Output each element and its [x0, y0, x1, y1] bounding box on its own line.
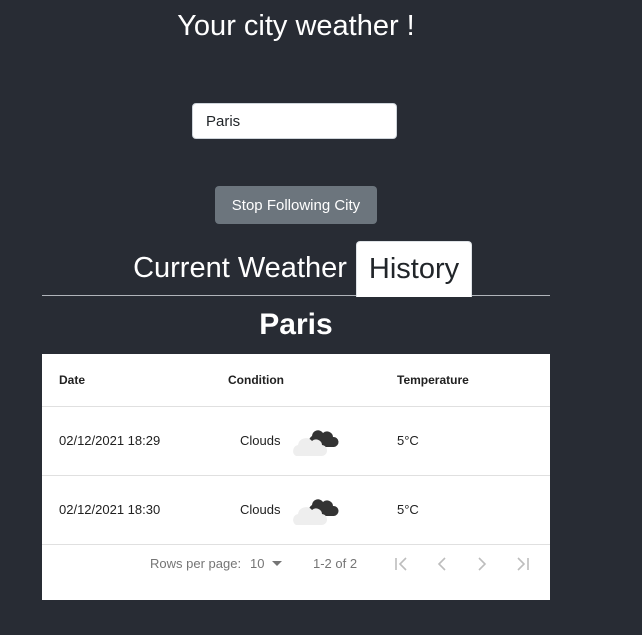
first-page-button[interactable]	[388, 550, 416, 578]
broken-clouds-icon	[293, 430, 339, 457]
column-header-date[interactable]: Date	[59, 354, 85, 406]
row-date: 02/12/2021 18:29	[59, 433, 161, 448]
rows-per-page-select[interactable]: 10	[250, 544, 283, 584]
city-heading: Paris	[259, 308, 333, 341]
pagination-range: 1-2 of 2	[313, 556, 358, 571]
history-table: Date Condition Temperature 02/12/2021 18…	[42, 354, 550, 600]
table-header: Date Condition Temperature	[42, 354, 550, 407]
rows-per-page-label: Rows per page:	[150, 556, 242, 571]
rows-per-page-value: 10	[250, 556, 265, 571]
row-condition: Clouds	[240, 502, 281, 517]
column-header-condition[interactable]: Condition	[228, 354, 284, 406]
tab-current-weather[interactable]: Current Weather	[126, 241, 354, 296]
last-page-icon	[517, 557, 529, 571]
next-page-icon	[478, 557, 487, 571]
dropdown-arrow-icon	[272, 561, 283, 567]
previous-page-icon	[437, 557, 446, 571]
table-row: 02/12/2021 18:30 Clouds 5°C	[42, 475, 550, 545]
table-pagination: Rows per page: 10 1-2 of 2	[42, 544, 550, 600]
row-condition: Clouds	[240, 433, 281, 448]
row-temperature: 5°C	[397, 433, 419, 448]
row-temperature: 5°C	[397, 502, 419, 517]
previous-page-button[interactable]	[428, 550, 456, 578]
city-search-input[interactable]	[192, 103, 397, 139]
table-row: 02/12/2021 18:29 Clouds 5°C	[42, 406, 550, 476]
stop-following-city-button[interactable]: Stop Following City	[215, 186, 377, 224]
row-date: 02/12/2021 18:30	[59, 502, 161, 517]
broken-clouds-icon	[293, 499, 339, 526]
tab-history[interactable]: History	[356, 241, 472, 297]
app-title: Your city weather !	[177, 10, 415, 42]
app-page: Your city weather ! Stop Following City …	[0, 0, 642, 635]
next-page-button[interactable]	[468, 550, 496, 578]
first-page-icon	[395, 557, 407, 571]
column-header-temperature[interactable]: Temperature	[397, 354, 469, 406]
weather-tabs: Current Weather History	[42, 241, 550, 297]
last-page-button[interactable]	[508, 550, 536, 578]
